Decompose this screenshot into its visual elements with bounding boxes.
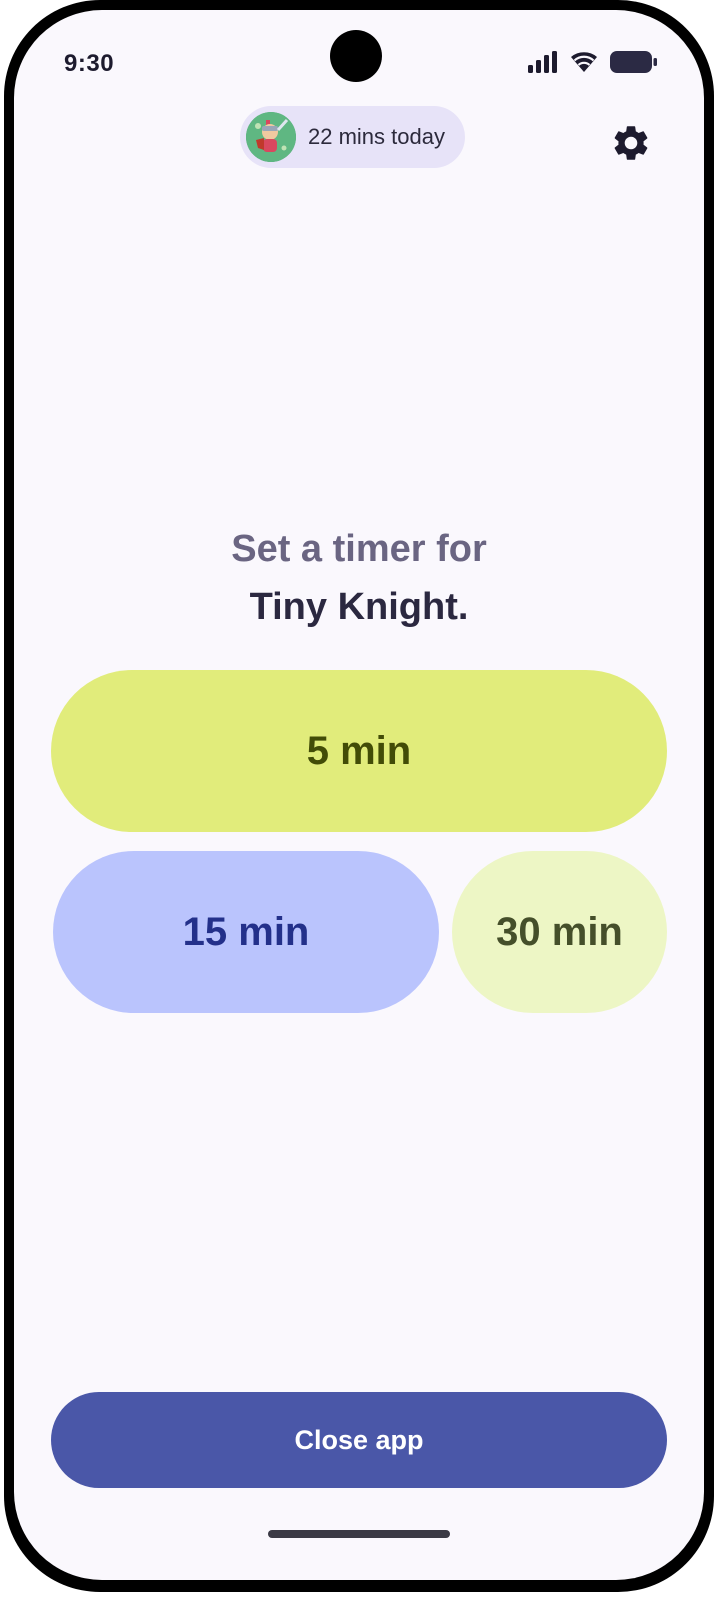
gear-icon[interactable] xyxy=(610,122,652,164)
usage-today-label: 22 mins today xyxy=(308,124,445,149)
timer-5-min-button[interactable]: 5 min xyxy=(51,670,667,832)
status-icons xyxy=(528,50,658,79)
timer-15-min-button[interactable]: 15 min xyxy=(53,851,439,1013)
wifi-icon xyxy=(568,50,600,79)
signal-icon xyxy=(528,51,558,78)
device-frame: 9:30 22 mins today Set a timer for Tiny … xyxy=(4,0,714,1592)
status-time: 9:30 xyxy=(64,50,115,77)
screen-time-chip[interactable]: 22 mins today xyxy=(240,106,465,168)
close-app-button[interactable]: Close app xyxy=(51,1392,667,1488)
app-screen: 9:30 22 mins today Set a timer for Tiny … xyxy=(14,10,704,1580)
home-indicator[interactable] xyxy=(268,1530,450,1538)
prompt-heading: Set a timer for xyxy=(231,528,487,570)
knight-avatar-icon xyxy=(246,112,296,162)
app-name-heading: Tiny Knight. xyxy=(249,586,469,628)
front-camera xyxy=(330,30,382,82)
timer-30-min-button[interactable]: 30 min xyxy=(452,851,667,1013)
battery-icon xyxy=(610,50,658,79)
